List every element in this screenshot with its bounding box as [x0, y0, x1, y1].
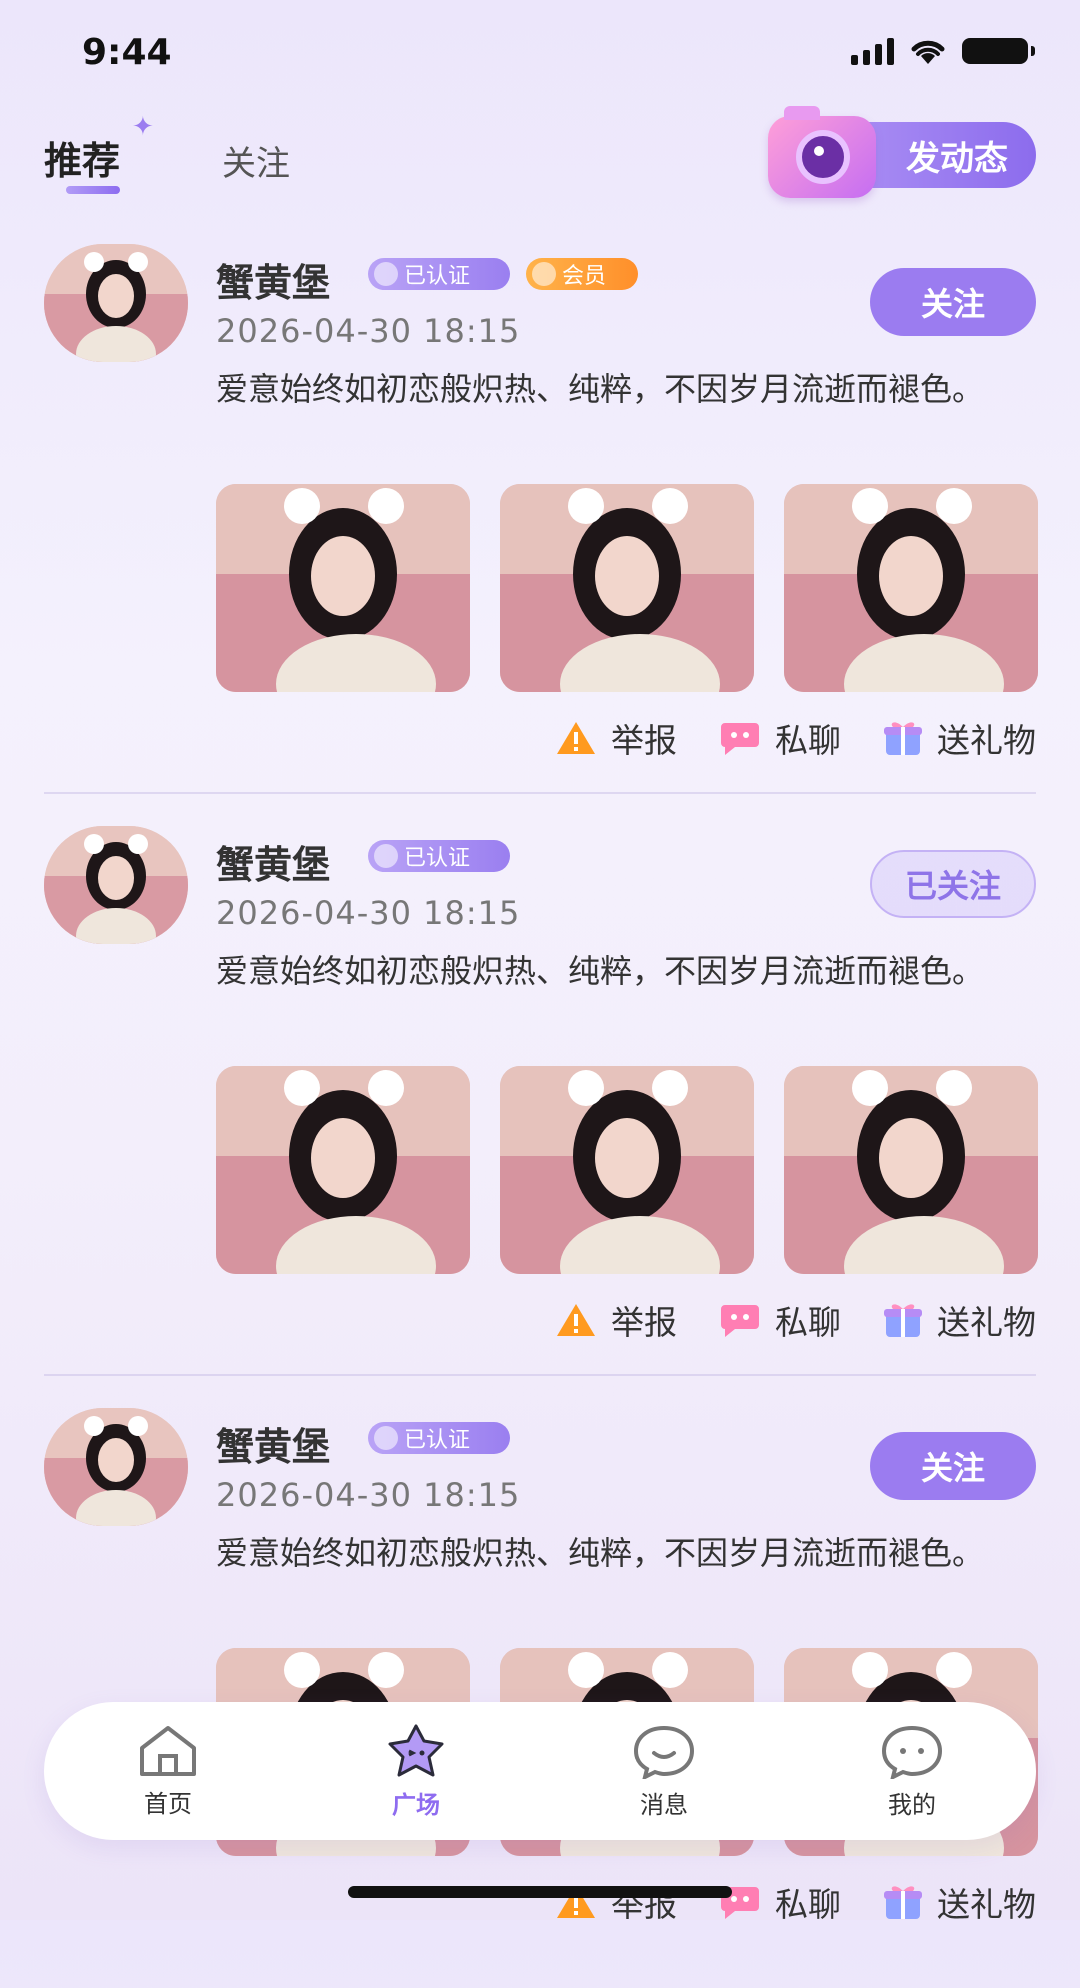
following-button[interactable]: 已关注 [870, 850, 1036, 918]
tab-mine[interactable]: 我的 [788, 1702, 1036, 1840]
camera-icon[interactable] [768, 106, 876, 198]
report-button[interactable]: 举报 [555, 714, 677, 762]
avatar[interactable] [44, 1408, 188, 1526]
home-indicator[interactable] [348, 1886, 732, 1898]
post-image[interactable] [784, 1066, 1038, 1274]
message-icon [633, 1725, 695, 1779]
post-image[interactable] [784, 484, 1038, 692]
report-button[interactable]: 举报 [555, 1296, 677, 1344]
post-divider [44, 1374, 1036, 1376]
status-time: 9:44 [82, 32, 172, 73]
tab-recommend-indicator [66, 186, 120, 194]
follow-button[interactable]: 关注 [870, 268, 1036, 336]
verified-badge: 已认证 [368, 1422, 510, 1454]
post-images [216, 1066, 1038, 1274]
send-gift-button[interactable]: 送礼物 [883, 1878, 1036, 1926]
post-date: 2026-04-30 18:15 [216, 894, 521, 932]
post-image[interactable] [216, 1066, 470, 1274]
post-text: 爱意始终如初恋般炽热、纯粹，不因岁月流逝而褪色。 [216, 1534, 985, 1572]
avatar[interactable] [44, 244, 188, 362]
post-image[interactable] [216, 484, 470, 692]
battery-icon [962, 38, 1035, 64]
avatar[interactable] [44, 826, 188, 944]
tab-messages[interactable]: 消息 [540, 1702, 788, 1840]
chat-icon [721, 723, 759, 755]
post-images [216, 484, 1038, 692]
tab-square[interactable]: 广场 [292, 1702, 540, 1840]
vip-badge: 会员 [526, 258, 638, 290]
tab-mine-label: 我的 [888, 1790, 936, 1819]
send-gift-button[interactable]: 送礼物 [883, 1296, 1036, 1344]
tab-recommend-label: 推荐 [44, 139, 121, 183]
warning-icon [557, 1304, 595, 1336]
post-actions: 举报 私聊 送礼物 [555, 1296, 1036, 1344]
home-icon [140, 1725, 196, 1776]
star-icon [388, 1724, 444, 1776]
sparkle-icon: ✦ [132, 112, 154, 142]
verified-badge: 已认证 [368, 258, 510, 290]
profile-icon [881, 1725, 943, 1779]
verified-badge: 已认证 [368, 840, 510, 872]
post-image[interactable] [500, 484, 754, 692]
user-name[interactable]: 蟹黄堡 [216, 834, 330, 889]
signal-icon [851, 37, 894, 65]
private-chat-button[interactable]: 私聊 [719, 1878, 841, 1926]
tab-square-label: 广场 [392, 1790, 440, 1819]
wifi-icon [911, 40, 945, 64]
user-name[interactable]: 蟹黄堡 [216, 1416, 330, 1471]
tab-recommend[interactable]: 推荐 ✦ [44, 112, 154, 185]
gift-icon [884, 1304, 922, 1337]
user-name[interactable]: 蟹黄堡 [216, 252, 330, 307]
tab-follow[interactable]: 关注 [222, 136, 290, 185]
send-gift-button[interactable]: 送礼物 [883, 714, 1036, 762]
status-bar: 9:44 [0, 0, 1080, 110]
follow-button[interactable]: 关注 [870, 1432, 1036, 1500]
post-date: 2026-04-30 18:15 [216, 1476, 521, 1514]
gift-icon [884, 1886, 922, 1919]
post-image[interactable] [500, 1066, 754, 1274]
post-divider [44, 792, 1036, 794]
chat-icon [721, 1305, 759, 1337]
private-chat-button[interactable]: 私聊 [719, 1296, 841, 1344]
tab-messages-label: 消息 [640, 1790, 688, 1819]
feed-post: 蟹黄堡 已认证 2026-04-30 18:15 关注 爱意始终如初恋般炽热、纯… [0, 1408, 1080, 1988]
warning-icon [557, 722, 595, 754]
post-date: 2026-04-30 18:15 [216, 312, 521, 350]
post-update-label: 发动态 [906, 138, 1008, 179]
feed-post: 蟹黄堡 已认证 2026-04-30 18:15 已关注 爱意始终如初恋般炽热、… [0, 826, 1080, 1406]
post-actions: 举报 私聊 送礼物 [555, 714, 1036, 762]
tab-home-label: 首页 [144, 1789, 192, 1818]
bottom-tab-bar: 首页 广场 消息 我的 [44, 1702, 1036, 1840]
status-icons [851, 36, 1035, 66]
tab-home[interactable]: 首页 [44, 1702, 292, 1840]
gift-icon [884, 722, 922, 755]
post-text: 爱意始终如初恋般炽热、纯粹，不因岁月流逝而褪色。 [216, 952, 985, 990]
private-chat-button[interactable]: 私聊 [719, 714, 841, 762]
feed-post: 蟹黄堡 已认证 会员 2026-04-30 18:15 关注 爱意始终如初恋般炽… [0, 244, 1080, 824]
post-text: 爱意始终如初恋般炽热、纯粹，不因岁月流逝而褪色。 [216, 370, 985, 408]
